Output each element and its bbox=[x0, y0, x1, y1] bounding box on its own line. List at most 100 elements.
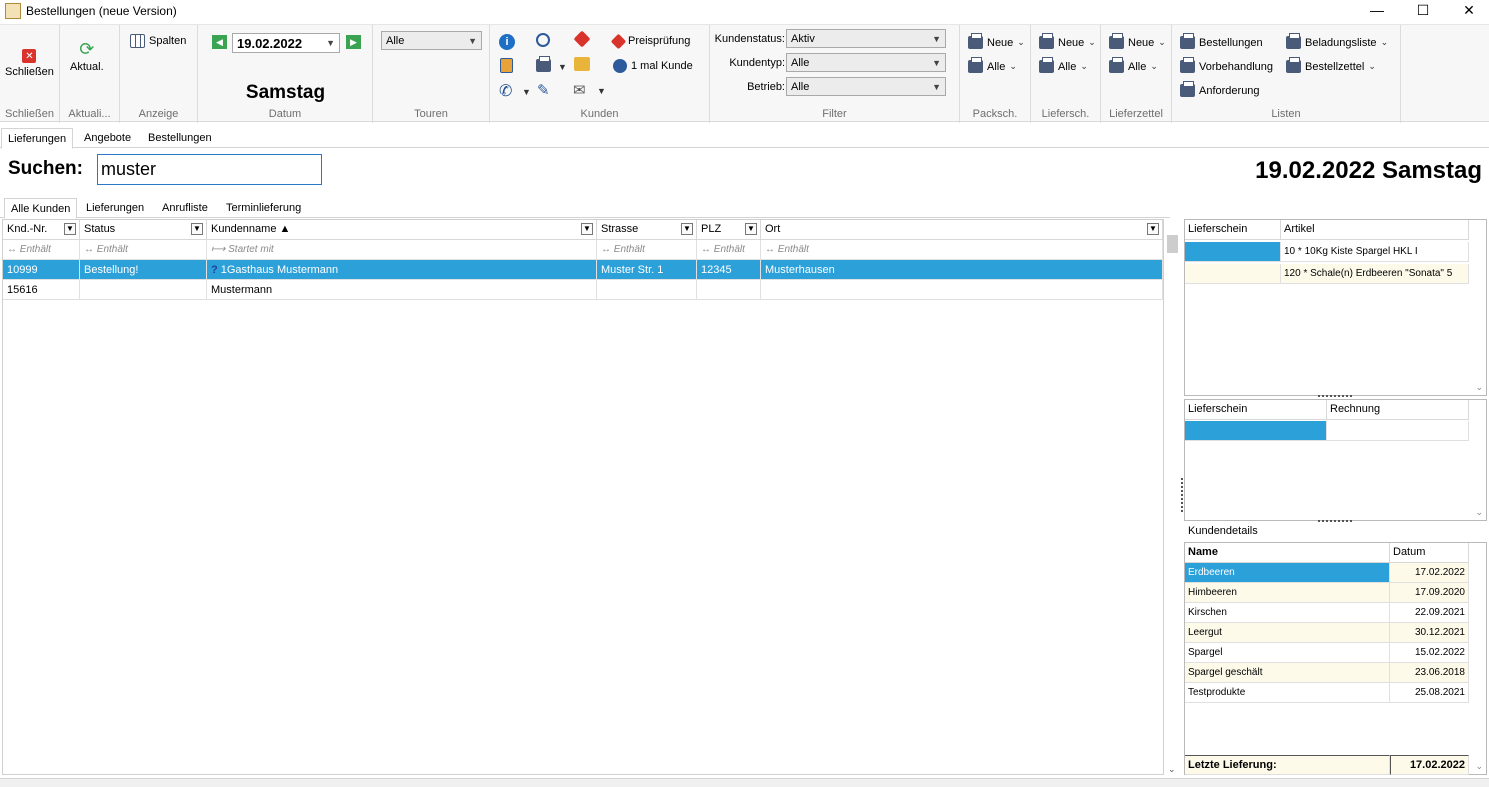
liefersch-alle-button[interactable]: Alle ⌄ bbox=[1039, 57, 1088, 73]
detail-name[interactable]: Kirschen bbox=[1185, 603, 1390, 623]
table-cell[interactable] bbox=[80, 280, 207, 300]
scroll-down-icon[interactable]: ⌄ bbox=[1475, 761, 1483, 772]
filter-cell[interactable]: ↔ Enthält bbox=[597, 240, 697, 260]
phone-icon[interactable]: ✆ bbox=[499, 81, 512, 101]
chevron-down-icon[interactable]: ▼ bbox=[522, 87, 531, 97]
tours-select[interactable]: Alle ▼ bbox=[381, 31, 482, 50]
filter-cell[interactable]: ↔ Enthält bbox=[761, 240, 1163, 260]
table-cell[interactable]: Bestellung! bbox=[80, 260, 207, 280]
column-header-lieferschein[interactable]: Lieferschein bbox=[1185, 400, 1327, 420]
detail-date[interactable]: 17.02.2022 bbox=[1390, 563, 1469, 583]
liefersch-neue-button[interactable]: Neue ⌄ bbox=[1039, 33, 1096, 49]
tab-anrufliste[interactable]: Anrufliste bbox=[156, 198, 214, 219]
filter-icon[interactable]: ▼ bbox=[1147, 223, 1159, 235]
table-cell[interactable] bbox=[761, 280, 1163, 300]
column-header-kundenname[interactable]: Kundenname ▲ ▼ bbox=[207, 220, 597, 240]
column-header-ort[interactable]: Ort ▼ bbox=[761, 220, 1163, 240]
tab-lieferungen[interactable]: Lieferungen bbox=[1, 128, 74, 149]
info-icon[interactable]: i bbox=[499, 34, 515, 50]
filter-icon[interactable]: ▼ bbox=[681, 223, 693, 235]
next-day-button[interactable]: ▶ bbox=[346, 35, 361, 49]
scroll-down-icon[interactable]: ⌄ bbox=[1475, 507, 1483, 518]
table-cell[interactable]: 10 * 10Kg Kiste Spargel HKL I bbox=[1281, 242, 1469, 262]
close-button[interactable]: ✕ Schließen bbox=[5, 49, 54, 78]
detail-date[interactable]: 17.09.2020 bbox=[1390, 583, 1469, 603]
filter-icon[interactable]: ▼ bbox=[191, 223, 203, 235]
edit-icon[interactable]: ✎ bbox=[537, 81, 550, 99]
table-cell[interactable] bbox=[597, 280, 697, 300]
print-icon[interactable] bbox=[536, 56, 551, 75]
lieferzettel-alle-button[interactable]: Alle ⌄ bbox=[1109, 57, 1158, 73]
address-book-icon[interactable] bbox=[500, 58, 513, 73]
column-header-datum[interactable]: Datum bbox=[1390, 543, 1469, 563]
minimize-button[interactable]: — bbox=[1354, 0, 1400, 22]
splitter-handle[interactable] bbox=[1181, 478, 1183, 512]
scroll-down-icon[interactable]: ⌄ bbox=[1475, 382, 1483, 393]
tab-angebote[interactable]: Angebote bbox=[78, 128, 137, 149]
filter-cell[interactable]: ↔ Enthält bbox=[697, 240, 761, 260]
column-header-artikel[interactable]: Artikel bbox=[1281, 220, 1469, 240]
search-input[interactable] bbox=[97, 154, 322, 185]
packsch-neue-button[interactable]: Neue ⌄ bbox=[968, 33, 1025, 49]
grid-scrollbar[interactable]: ⌄ bbox=[1165, 219, 1180, 775]
table-cell[interactable] bbox=[1185, 264, 1281, 284]
table-cell[interactable]: ? 1Gasthaus Mustermann bbox=[207, 260, 597, 280]
filter-icon[interactable]: ▼ bbox=[581, 223, 593, 235]
column-header-rechnung[interactable]: Rechnung bbox=[1327, 400, 1469, 420]
column-header-plz[interactable]: PLZ ▼ bbox=[697, 220, 761, 240]
column-header-name[interactable]: Name bbox=[1185, 543, 1390, 563]
column-header-lieferschein[interactable]: Lieferschein bbox=[1185, 220, 1281, 240]
detail-date[interactable]: 25.08.2021 bbox=[1390, 683, 1469, 703]
detail-name[interactable]: Testprodukte bbox=[1185, 683, 1390, 703]
kundenstatus-select[interactable]: Aktiv ▼ bbox=[786, 29, 946, 48]
refresh-button[interactable]: ⟳ Aktual. bbox=[70, 40, 104, 73]
maximize-button[interactable]: ☐ bbox=[1400, 0, 1446, 22]
chevron-down-icon[interactable]: ▼ bbox=[597, 86, 606, 96]
filter-cell[interactable]: ⟼ Startet mit bbox=[207, 240, 597, 260]
filter-icon[interactable]: ▼ bbox=[64, 223, 76, 235]
bestellzettel-button[interactable]: Bestellzettel ⌄ bbox=[1286, 57, 1376, 73]
chevron-down-icon[interactable]: ▼ bbox=[558, 62, 567, 72]
column-header-strasse[interactable]: Strasse ▼ bbox=[597, 220, 697, 240]
column-header-status[interactable]: Status ▼ bbox=[80, 220, 207, 240]
packsch-alle-button[interactable]: Alle ⌄ bbox=[968, 57, 1017, 73]
splitter-handle[interactable] bbox=[1318, 395, 1352, 398]
kundentyp-select[interactable]: Alle ▼ bbox=[786, 53, 946, 72]
table-cell[interactable]: 12345 bbox=[697, 260, 761, 280]
package-icon[interactable] bbox=[574, 57, 590, 71]
table-cell[interactable] bbox=[1185, 421, 1327, 441]
columns-button[interactable]: Spalten bbox=[130, 34, 186, 48]
detail-name[interactable]: Erdbeeren bbox=[1185, 563, 1390, 583]
filter-cell[interactable]: ↔ Enthält bbox=[3, 240, 80, 260]
tab-terminlieferung[interactable]: Terminlieferung bbox=[220, 198, 307, 219]
table-cell[interactable] bbox=[1327, 421, 1469, 441]
tab-bestellungen[interactable]: Bestellungen bbox=[142, 128, 218, 149]
detail-date[interactable]: 23.06.2018 bbox=[1390, 663, 1469, 683]
close-window-button[interactable]: ✕ bbox=[1446, 0, 1489, 22]
detail-name[interactable]: Leergut bbox=[1185, 623, 1390, 643]
table-cell[interactable]: 120 * Schale(n) Erdbeeren "Sonata" 5 bbox=[1281, 264, 1469, 284]
tab-sub-lieferungen[interactable]: Lieferungen bbox=[80, 198, 150, 219]
vorbehandlung-button[interactable]: Vorbehandlung bbox=[1180, 57, 1273, 73]
table-cell[interactable]: 15616 bbox=[3, 280, 80, 300]
date-picker[interactable]: 19.02.2022 ▼ bbox=[232, 33, 340, 53]
column-header-nr[interactable]: Knd.-Nr. ▼ bbox=[3, 220, 80, 240]
table-cell[interactable]: Musterhausen bbox=[761, 260, 1163, 280]
anforderung-button[interactable]: Anforderung bbox=[1180, 81, 1260, 97]
prev-day-button[interactable]: ◀ bbox=[212, 35, 227, 49]
splitter-handle[interactable] bbox=[1318, 520, 1352, 523]
filter-cell[interactable]: ↔ Enthält bbox=[80, 240, 207, 260]
mail-icon[interactable]: ✉ bbox=[573, 81, 586, 99]
detail-name[interactable]: Himbeeren bbox=[1185, 583, 1390, 603]
detail-date[interactable]: 15.02.2022 bbox=[1390, 643, 1469, 663]
scroll-thumb[interactable] bbox=[1167, 235, 1178, 253]
one-time-customer-button[interactable]: 1 mal Kunde bbox=[613, 59, 693, 73]
table-cell[interactable]: Muster Str. 1 bbox=[597, 260, 697, 280]
scroll-down-icon[interactable]: ⌄ bbox=[1168, 764, 1176, 775]
table-cell[interactable] bbox=[697, 280, 761, 300]
beladungsliste-button[interactable]: Beladungsliste ⌄ bbox=[1286, 33, 1388, 49]
customer-search-icon[interactable] bbox=[536, 33, 550, 47]
price-tag-icon[interactable] bbox=[573, 30, 591, 48]
filter-icon[interactable]: ▼ bbox=[745, 223, 757, 235]
lieferzettel-neue-button[interactable]: Neue ⌄ bbox=[1109, 33, 1166, 49]
